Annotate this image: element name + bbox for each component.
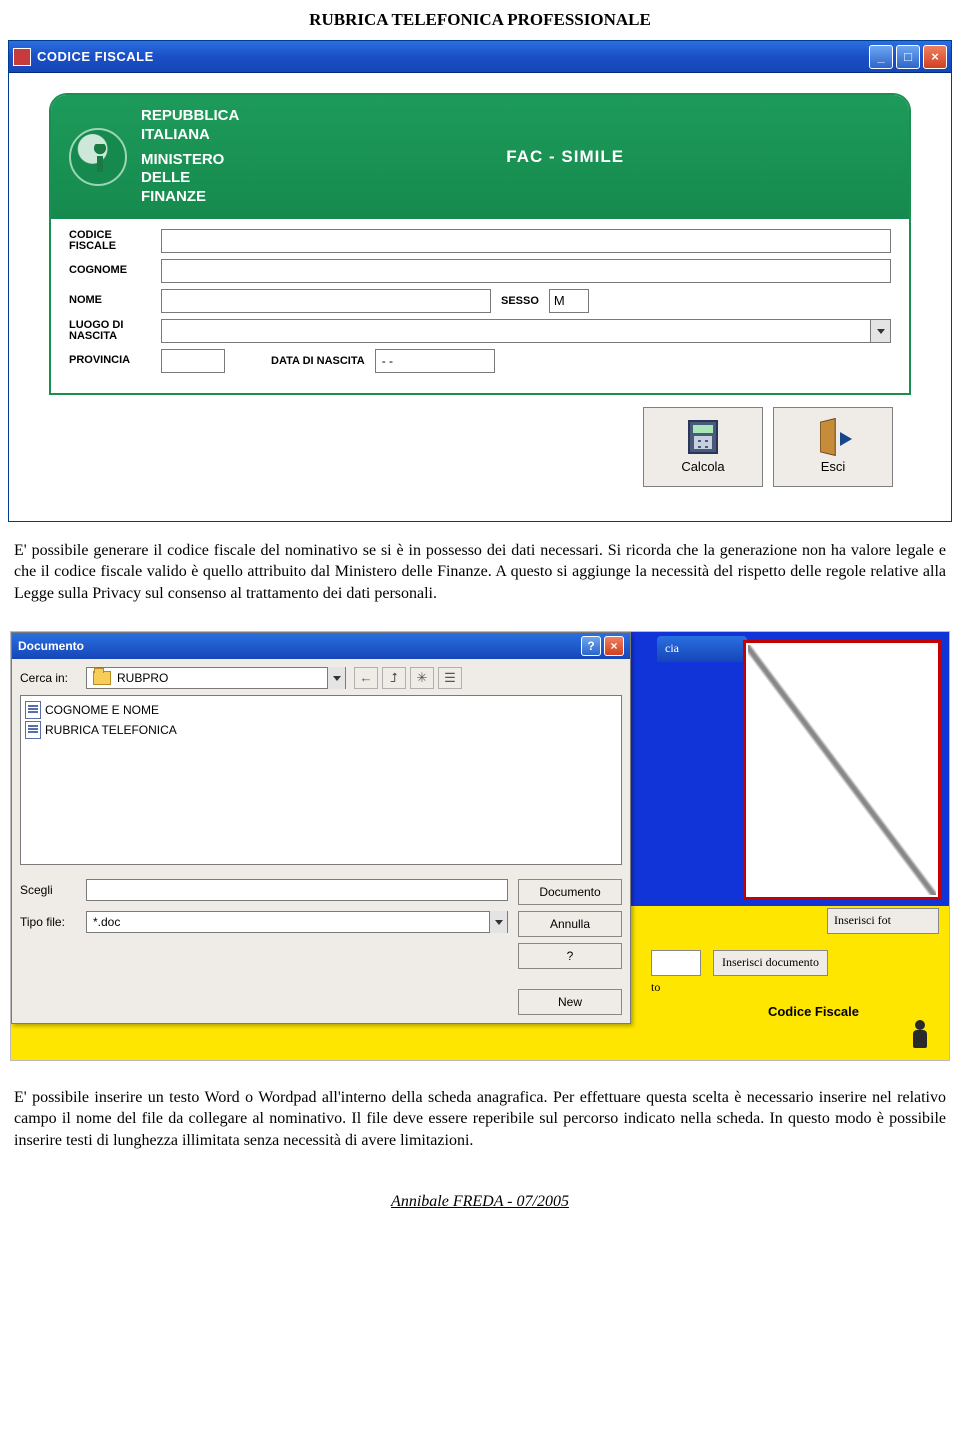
codice-fiscale-label: CODICEFISCALE — [69, 230, 161, 252]
tipo-file-label: Tipo file: — [20, 915, 86, 929]
documento-button[interactable]: Documento — [518, 879, 622, 905]
file-item[interactable]: COGNOME E NOME — [25, 700, 617, 720]
luogo-dropdown-button[interactable] — [871, 319, 891, 343]
dialog-title: Documento — [18, 639, 84, 653]
dialog-close-button[interactable]: × — [604, 636, 624, 656]
maximize-button[interactable]: □ — [896, 45, 920, 69]
esci-button[interactable]: Esci — [773, 407, 893, 487]
ministry-text: REPUBBLICA ITALIANA MINISTERO DELLE FINA… — [141, 107, 239, 207]
action-buttons: Calcola Esci — [49, 395, 911, 491]
window-body: REPUBBLICA ITALIANA MINISTERO DELLE FINA… — [9, 73, 951, 521]
back-button[interactable]: ← — [354, 667, 378, 689]
paragraph-1: E' possibile generare il codice fiscale … — [0, 522, 960, 623]
cerca-in-combo[interactable]: RUBPRO — [86, 667, 346, 689]
exit-icon — [813, 419, 853, 455]
inserisci-foto-button[interactable]: Inserisci fot — [827, 908, 939, 934]
help-button[interactable]: ? — [518, 943, 622, 969]
doc-icon — [25, 721, 41, 739]
file-dialog-screenshot: cia Inserisci fot Inserisci documento to… — [10, 631, 950, 1061]
photo-frame — [743, 640, 941, 900]
provincia-label: PROVINCIA — [69, 355, 161, 366]
provincia-input[interactable] — [161, 349, 225, 373]
inserisci-documento-button[interactable]: Inserisci documento — [713, 950, 828, 976]
new-folder-button[interactable]: ✳ — [410, 667, 434, 689]
dialog-help-button[interactable]: ? — [581, 636, 601, 656]
paragraph-2: E' possibile inserire un testo Word o Wo… — [0, 1069, 960, 1170]
bg-field[interactable] — [651, 950, 701, 976]
luogo-label: LUOGO DINASCITA — [69, 320, 161, 342]
codice-fiscale-bg-label: Codice Fiscale — [768, 1004, 859, 1019]
tab-cia[interactable]: cia — [657, 636, 747, 662]
file-list[interactable]: COGNOME E NOME RUBRICA TELEFONICA — [20, 695, 622, 865]
scegli-input[interactable] — [86, 879, 508, 901]
luogo-input[interactable] — [161, 319, 871, 343]
sesso-input[interactable]: M — [549, 289, 589, 313]
doc-icon — [25, 701, 41, 719]
file-item[interactable]: RUBRICA TELEFONICA — [25, 720, 617, 740]
document-footer: Annibale FREDA - 07/2005 — [0, 1169, 960, 1221]
cerca-in-label: Cerca in: — [20, 671, 86, 685]
card-header: REPUBBLICA ITALIANA MINISTERO DELLE FINA… — [51, 95, 909, 219]
scegli-label: Scegli — [20, 883, 86, 897]
annulla-button[interactable]: Annulla — [518, 911, 622, 937]
window-title: CODICE FISCALE — [37, 49, 866, 64]
document-header: RUBRICA TELEFONICA PROFESSIONALE — [0, 0, 960, 40]
tipo-file-combo[interactable]: *.doc — [86, 911, 508, 933]
minimize-button[interactable]: _ — [869, 45, 893, 69]
codice-fiscale-window: CODICE FISCALE _ □ × REPUBBLICA ITALIANA… — [8, 40, 952, 522]
tipo-dropdown-icon[interactable] — [489, 911, 507, 933]
folder-name: RUBPRO — [117, 671, 327, 685]
calculator-icon — [683, 419, 723, 455]
new-button[interactable]: New — [518, 989, 622, 1015]
dob-label: DATA DI NASCITA — [261, 355, 375, 367]
codice-fiscale-card: REPUBBLICA ITALIANA MINISTERO DELLE FINA… — [49, 93, 911, 395]
calcola-button[interactable]: Calcola — [643, 407, 763, 487]
combo-dropdown-icon[interactable] — [327, 667, 345, 689]
folder-icon — [93, 671, 111, 685]
card-fields: CODICEFISCALE COGNOME NOME SESSO M — [51, 219, 909, 393]
tag-to: to — [651, 980, 660, 995]
titlebar[interactable]: CODICE FISCALE _ □ × — [9, 41, 951, 73]
cognome-input[interactable] — [161, 259, 891, 283]
cognome-label: COGNOME — [69, 265, 161, 276]
codice-fiscale-input[interactable] — [161, 229, 891, 253]
person-icon — [907, 1020, 933, 1052]
app-icon — [13, 48, 31, 66]
dob-input[interactable]: - - — [375, 349, 495, 373]
fac-simile-label: FAC - SIMILE — [239, 147, 891, 167]
emblem-icon — [69, 128, 127, 186]
documento-dialog: Documento ? × Cerca in: RUBPRO ← ⮥ ✳ ☰ — [11, 632, 631, 1024]
up-button[interactable]: ⮥ — [382, 667, 406, 689]
dialog-titlebar[interactable]: Documento ? × — [12, 633, 630, 659]
close-button[interactable]: × — [923, 45, 947, 69]
views-button[interactable]: ☰ — [438, 667, 462, 689]
file-toolbar: ← ⮥ ✳ ☰ — [354, 667, 462, 689]
nome-input[interactable] — [161, 289, 491, 313]
sesso-label: SESSO — [491, 295, 549, 307]
nome-label: NOME — [69, 295, 161, 306]
